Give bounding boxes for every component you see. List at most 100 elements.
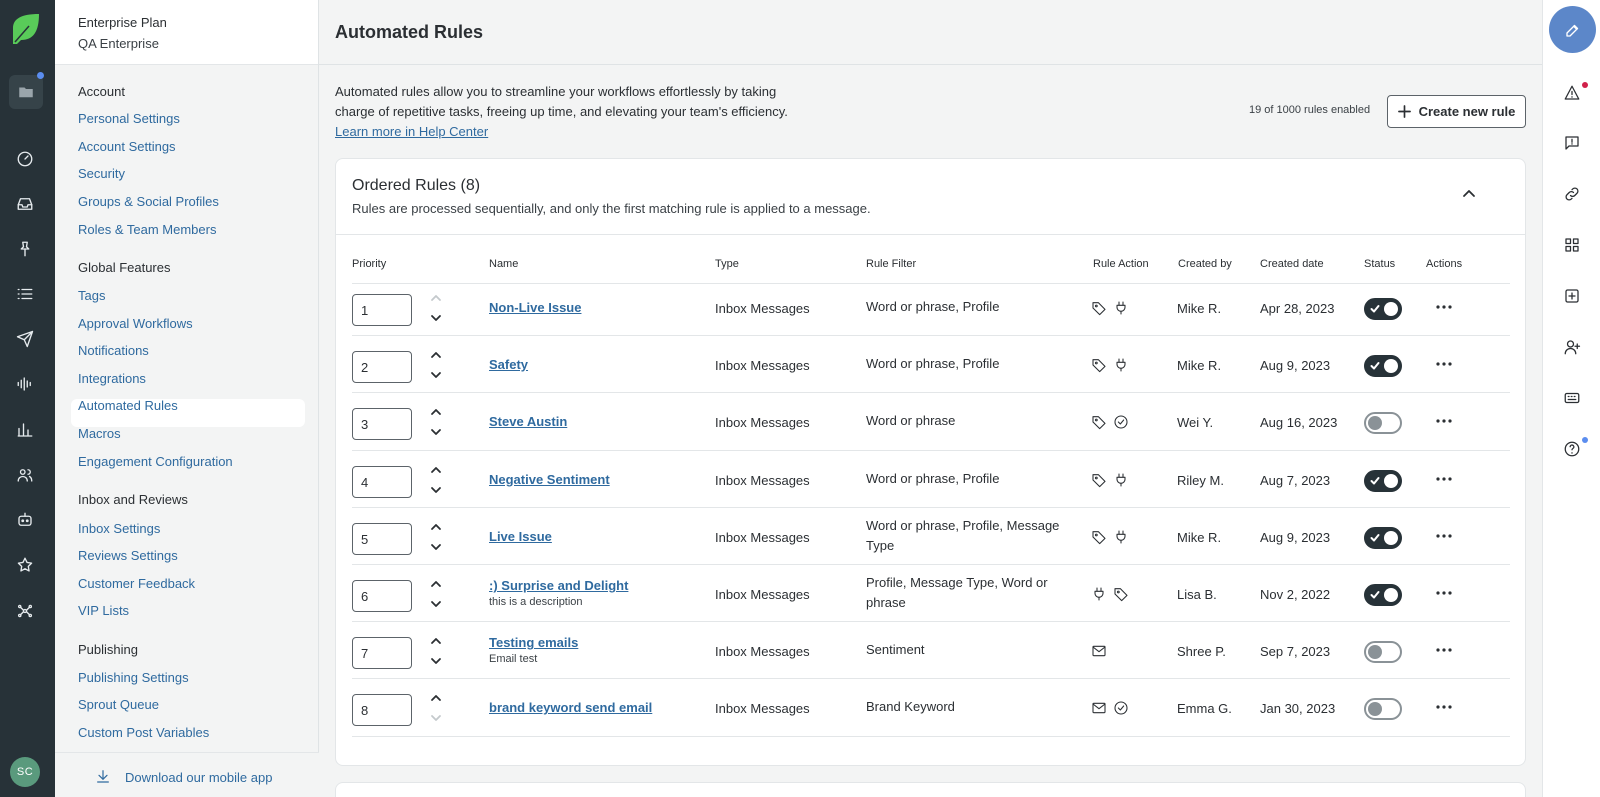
status-toggle[interactable] (1364, 355, 1402, 378)
priority-input[interactable]: 7 (352, 637, 412, 670)
move-up-icon[interactable] (430, 521, 442, 533)
status-toggle[interactable] (1364, 698, 1402, 721)
help-center-link[interactable]: Learn more in Help Center (335, 124, 488, 139)
sprout-logo-icon[interactable] (9, 12, 41, 46)
sidebar-item-tags[interactable]: Tags (78, 288, 105, 303)
priority-input[interactable]: 5 (352, 522, 412, 555)
chevron-up-icon[interactable] (1462, 187, 1476, 201)
status-toggle[interactable] (1364, 526, 1402, 549)
move-down-icon[interactable] (430, 426, 442, 438)
rule-name-link[interactable]: :) Surprise and Delight (489, 578, 628, 593)
sidebar-item-automated-rules[interactable]: Automated Rules (78, 398, 178, 413)
sidebar-item-security[interactable]: Security (78, 166, 125, 181)
sidebar-item-custom-post-variables[interactable]: Custom Post Variables (78, 725, 209, 740)
sidebar-item-engagement-configuration[interactable]: Engagement Configuration (78, 454, 233, 469)
col-created-by[interactable]: Created by (1178, 258, 1232, 270)
more-options-icon[interactable] (1435, 702, 1453, 712)
priority-input[interactable]: 1 (352, 294, 412, 326)
more-options-icon[interactable] (1435, 302, 1453, 312)
sidebar-item-roles[interactable]: Roles & Team Members (78, 222, 216, 237)
grid-icon[interactable] (1563, 236, 1581, 254)
priority-input[interactable]: 6 (352, 580, 412, 612)
col-name[interactable]: Name (489, 258, 518, 270)
col-type[interactable]: Type (715, 258, 739, 270)
rule-name-link[interactable]: Testing emails (489, 635, 578, 650)
priority-input[interactable]: 8 (352, 694, 412, 727)
col-rule-action[interactable]: Rule Action (1093, 258, 1149, 270)
rule-name-link[interactable]: Live Issue (489, 529, 552, 544)
alert-icon[interactable] (1563, 84, 1581, 102)
status-toggle[interactable] (1364, 584, 1402, 606)
move-up-icon[interactable] (430, 635, 442, 647)
move-up-icon[interactable] (430, 292, 442, 304)
feedback-icon[interactable] (1563, 134, 1581, 152)
list-icon[interactable] (13, 282, 37, 306)
dashboard-icon[interactable] (13, 147, 37, 171)
move-down-icon[interactable] (430, 541, 442, 553)
bot-icon[interactable] (13, 508, 37, 532)
keyboard-icon[interactable] (1563, 389, 1581, 407)
reports-icon[interactable] (13, 418, 37, 442)
status-toggle[interactable] (1364, 298, 1402, 320)
sidebar-item-integrations[interactable]: Integrations (78, 371, 146, 386)
add-user-icon[interactable] (1563, 338, 1581, 356)
col-priority[interactable]: Priority (352, 258, 386, 270)
priority-input[interactable]: 4 (352, 465, 412, 498)
sidebar-item-vip-lists[interactable]: VIP Lists (78, 603, 129, 618)
more-options-icon[interactable] (1435, 531, 1453, 541)
rule-name-link[interactable]: Negative Sentiment (489, 472, 610, 487)
rule-name-link[interactable]: Non-Live Issue (489, 300, 581, 315)
col-created-date[interactable]: Created date (1260, 258, 1324, 270)
more-options-icon[interactable] (1435, 359, 1453, 369)
download-mobile-app[interactable]: Download our mobile app (55, 752, 319, 797)
move-down-icon[interactable] (430, 712, 442, 724)
compose-button[interactable] (1549, 6, 1596, 53)
rule-name-link[interactable]: Steve Austin (489, 414, 567, 429)
user-avatar[interactable]: SC (10, 757, 40, 787)
move-up-icon[interactable] (430, 349, 442, 361)
more-options-icon[interactable] (1435, 474, 1453, 484)
status-toggle[interactable] (1364, 641, 1402, 664)
sidebar-item-personal-settings[interactable]: Personal Settings (78, 111, 180, 126)
move-down-icon[interactable] (430, 598, 442, 610)
people-icon[interactable] (13, 463, 37, 487)
sidebar-item-groups[interactable]: Groups & Social Profiles (78, 194, 219, 209)
status-toggle[interactable] (1364, 469, 1402, 492)
sidebar-item-customer-feedback[interactable]: Customer Feedback (78, 576, 195, 591)
more-options-icon[interactable] (1435, 588, 1453, 598)
col-rule-filter[interactable]: Rule Filter (866, 258, 916, 270)
star-icon[interactable] (13, 553, 37, 577)
help-icon[interactable] (1563, 440, 1581, 458)
add-box-icon[interactable] (1563, 287, 1581, 305)
rule-name-link[interactable]: Safety (489, 357, 528, 372)
pin-icon[interactable] (13, 237, 37, 261)
move-down-icon[interactable] (430, 312, 442, 324)
move-up-icon[interactable] (430, 464, 442, 476)
move-up-icon[interactable] (430, 692, 442, 704)
more-options-icon[interactable] (1435, 416, 1453, 426)
col-status[interactable]: Status (1364, 258, 1395, 270)
create-new-rule-button[interactable]: Create new rule (1387, 95, 1526, 128)
rule-name-link[interactable]: brand keyword send email (489, 700, 652, 715)
integrations-icon[interactable] (13, 599, 37, 623)
send-icon[interactable] (13, 327, 37, 351)
move-up-icon[interactable] (430, 406, 442, 418)
folder-icon[interactable] (9, 75, 43, 109)
sidebar-item-reviews-settings[interactable]: Reviews Settings (78, 548, 178, 563)
link-icon[interactable] (1563, 185, 1581, 203)
move-down-icon[interactable] (430, 655, 442, 667)
move-down-icon[interactable] (430, 369, 442, 381)
status-toggle[interactable] (1364, 412, 1402, 435)
sidebar-item-publishing-settings[interactable]: Publishing Settings (78, 670, 189, 685)
move-up-icon[interactable] (430, 578, 442, 590)
more-options-icon[interactable] (1435, 645, 1453, 655)
sidebar-item-approval-workflows[interactable]: Approval Workflows (78, 316, 193, 331)
sidebar-item-account-settings[interactable]: Account Settings (78, 139, 176, 154)
sidebar-item-macros[interactable]: Macros (78, 426, 121, 441)
sidebar-item-notifications[interactable]: Notifications (78, 343, 149, 358)
priority-input[interactable]: 2 (352, 351, 412, 384)
move-down-icon[interactable] (430, 484, 442, 496)
sidebar-item-sprout-queue[interactable]: Sprout Queue (78, 697, 159, 712)
priority-input[interactable]: 3 (352, 408, 412, 441)
inbox-icon[interactable] (13, 192, 37, 216)
